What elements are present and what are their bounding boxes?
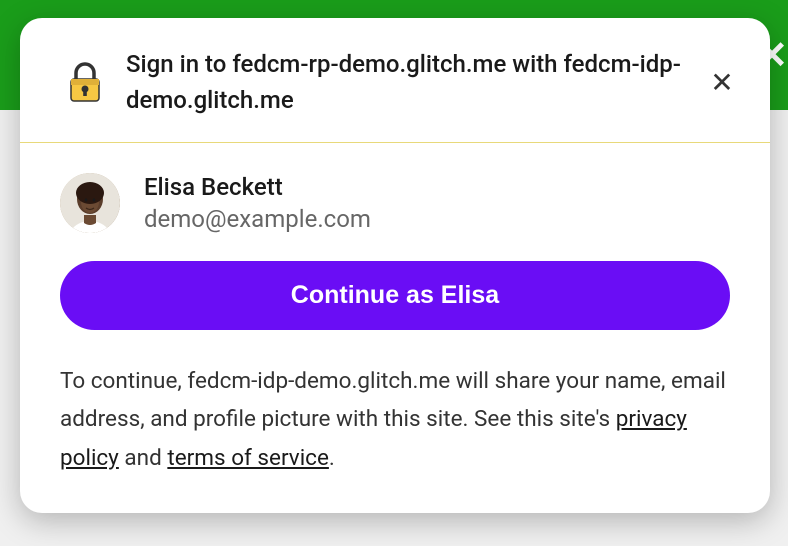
disclosure-and: and [119, 445, 168, 471]
avatar [60, 173, 120, 233]
lock-icon [64, 61, 106, 103]
dialog-title: Sign in to fedcm-rp-demo.glitch.me with … [126, 46, 684, 118]
account-email: demo@example.com [144, 205, 371, 233]
account-row: Elisa Beckett demo@example.com [20, 143, 770, 261]
account-info: Elisa Beckett demo@example.com [144, 173, 371, 233]
close-icon: ✕ [710, 66, 733, 99]
fedcm-signin-dialog: Sign in to fedcm-rp-demo.glitch.me with … [20, 18, 770, 513]
close-button[interactable]: ✕ [704, 64, 740, 100]
disclosure-text: To continue, fedcm-idp-demo.glitch.me wi… [20, 330, 770, 513]
continue-button[interactable]: Continue as Elisa [60, 261, 730, 330]
account-name: Elisa Beckett [144, 173, 371, 201]
dialog-header: Sign in to fedcm-rp-demo.glitch.me with … [20, 18, 770, 143]
terms-of-service-link[interactable]: terms of service [167, 445, 329, 471]
disclosure-suffix: . [329, 445, 335, 471]
